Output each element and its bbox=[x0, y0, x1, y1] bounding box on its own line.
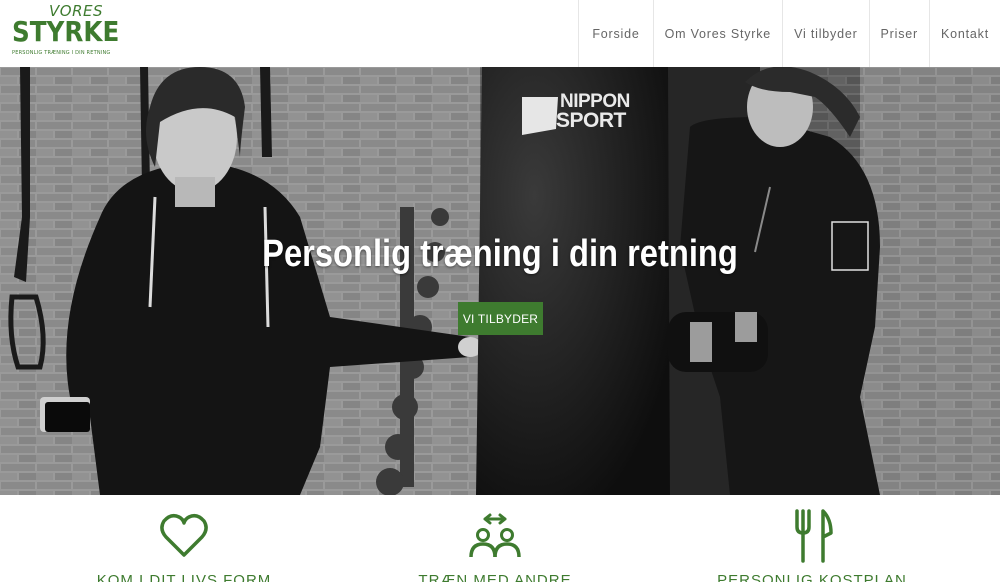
feature-title: KOM I DIT LIVS FORM bbox=[96, 572, 272, 582]
vi-tilbyder-button[interactable]: VI TILBYDER bbox=[458, 302, 543, 335]
feature-train-together: TRÆN MED ANDRE bbox=[365, 495, 625, 582]
nav-item-vi-tilbyder[interactable]: Vi tilbyder bbox=[782, 0, 868, 67]
nav-item-om-vores-styrke[interactable]: Om Vores Styrke bbox=[652, 0, 782, 67]
logo-tagline: PERSONLIG TRÆNING I DIN RETNING bbox=[12, 50, 111, 56]
bag-brand-line2: SPORT bbox=[556, 109, 626, 132]
site-logo[interactable]: VORES STYRKE PERSONLIG TRÆNING I DIN RET… bbox=[12, 2, 132, 60]
fork-knife-icon bbox=[795, 509, 833, 563]
nav-item-forside[interactable]: Forside bbox=[578, 0, 652, 67]
people-icon bbox=[469, 513, 521, 558]
hero-banner: NIPPON SPORT Personlig træning i din ret… bbox=[0, 67, 1000, 495]
site-header: VORES STYRKE PERSONLIG TRÆNING I DIN RET… bbox=[0, 0, 1000, 67]
feature-title: PERSONLIG KOSTPLAN bbox=[717, 572, 907, 582]
nav-item-kontakt[interactable]: Kontakt bbox=[929, 0, 1000, 67]
nav-item-priser[interactable]: Priser bbox=[868, 0, 929, 67]
punching-bag-brand: NIPPON SPORT bbox=[556, 92, 630, 131]
feature-title: TRÆN MED ANDRE bbox=[418, 572, 572, 582]
logo-word-styrke: STYRKE bbox=[12, 15, 120, 48]
main-nav: Forside Om Vores Styrke Vi tilbyder Pris… bbox=[578, 0, 1000, 67]
hero-photo bbox=[0, 67, 1000, 495]
features-section: KOM I DIT LIVS FORM TRÆN MED ANDRE PERSO… bbox=[0, 495, 1000, 582]
hero-title: Personlig træning i din retning bbox=[262, 233, 738, 275]
heart-icon bbox=[160, 513, 208, 557]
feature-fitness: KOM I DIT LIVS FORM bbox=[54, 495, 314, 582]
feature-diet-plan: PERSONLIG KOSTPLAN bbox=[682, 495, 942, 582]
